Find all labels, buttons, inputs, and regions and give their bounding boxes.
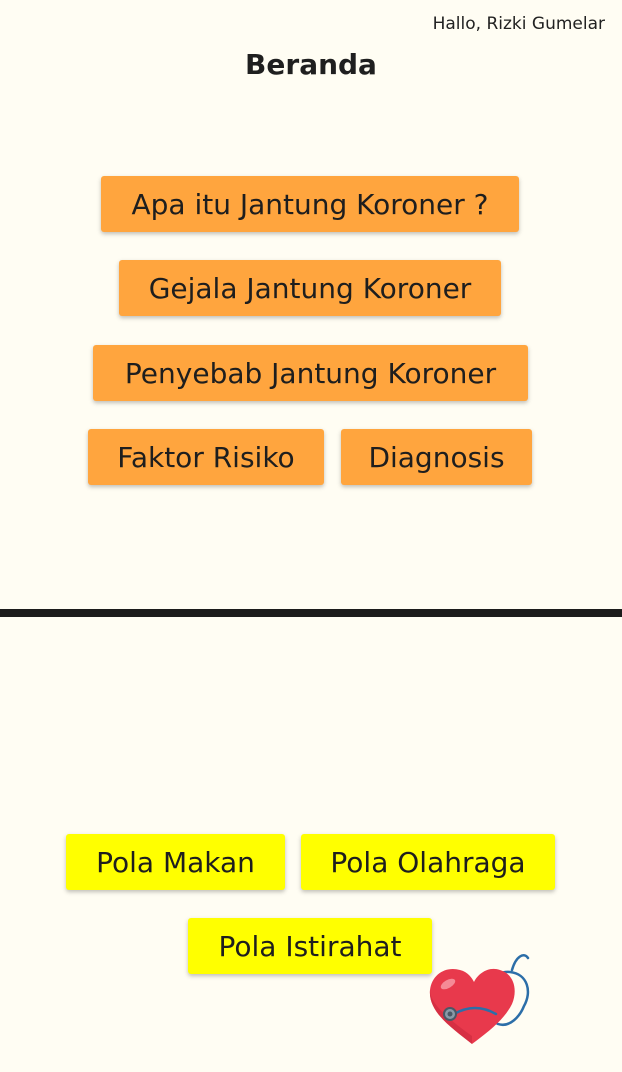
- what-is-coronary-heart-button[interactable]: Apa itu Jantung Koroner ?: [101, 176, 519, 232]
- diet-pattern-button[interactable]: Pola Makan: [66, 834, 285, 890]
- page-title: Beranda: [245, 48, 377, 81]
- heart-stethoscope-icon: [424, 950, 536, 1050]
- diagnosis-button[interactable]: Diagnosis: [341, 429, 532, 485]
- rest-pattern-button[interactable]: Pola Istirahat: [188, 918, 432, 974]
- risk-factors-button[interactable]: Faktor Risiko: [88, 429, 324, 485]
- section-divider: [0, 609, 622, 617]
- symptoms-button[interactable]: Gejala Jantung Koroner: [119, 260, 501, 316]
- user-greeting: Hallo, Rizki Gumelar: [432, 14, 605, 34]
- causes-button[interactable]: Penyebab Jantung Koroner: [93, 345, 528, 401]
- exercise-pattern-button[interactable]: Pola Olahraga: [301, 834, 555, 890]
